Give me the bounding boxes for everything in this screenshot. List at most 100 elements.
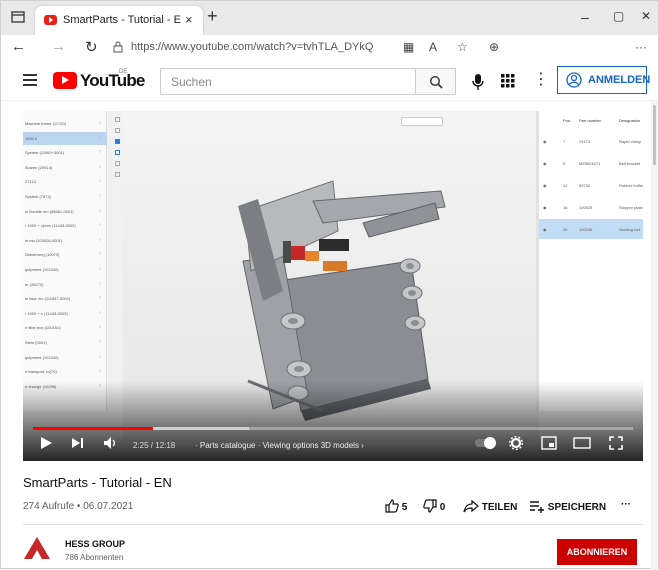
minimize-button[interactable]: –: [581, 9, 589, 25]
tab-bar: SmartParts - Tutorial - EN - YouT × + – …: [1, 1, 658, 35]
thumbs-up-icon: [385, 499, 399, 513]
playlist-add-icon: [530, 501, 544, 513]
theater-mode-icon[interactable]: [573, 436, 591, 450]
save-button[interactable]: SPEICHERN: [529, 499, 606, 513]
country-code: DE: [119, 69, 128, 75]
volume-icon[interactable]: [103, 436, 119, 450]
youtube-logo-text[interactable]: YouTube: [80, 71, 145, 91]
parts-list-row[interactable]: ◉ 26 100046 Guiding rod: [539, 219, 643, 239]
dislike-button[interactable]: 0: [423, 499, 445, 513]
like-count: 5: [401, 502, 408, 513]
parts-tree-item-label: ie Double mo (88681-0001): [25, 208, 74, 214]
signin-button[interactable]: ANMELDEN: [557, 66, 650, 94]
column-part-number: Part number: [579, 118, 602, 123]
collections-icon[interactable]: ⊕: [489, 40, 499, 54]
parts-tree-item[interactable]: quipment (102240) ›: [23, 263, 107, 276]
chevron-right-icon: ›: [99, 295, 101, 302]
column-pos: Pos.: [563, 118, 572, 123]
parts-list-row[interactable]: ◉ 12 69732 Rubber buffer: [539, 175, 643, 195]
more-actions-icon[interactable]: ···: [621, 499, 631, 510]
parts-tree-item[interactable]: Machine frame (11720) ›: [23, 117, 107, 130]
parts-tree-item[interactable]: e filter box (100151) ›: [23, 321, 107, 334]
chevron-right-icon: ›: [99, 222, 101, 229]
parts-tree-item[interactable]: e transport, m(70) ›: [23, 365, 107, 378]
parts-tree-item-label: ie face mo (111847-0002): [25, 296, 71, 302]
chevron-right-icon: ›: [99, 207, 101, 214]
autoplay-toggle[interactable]: [475, 437, 496, 449]
youtube-logo-icon[interactable]: [53, 72, 77, 89]
parts-tree-item[interactable]: Bolzen (20914) ›: [23, 161, 107, 174]
parts-tree-item[interactable]: System (11500+3001) ›: [23, 146, 107, 159]
progress-played: [33, 427, 153, 430]
parts-tree-item[interactable]: 1000 k ›: [23, 131, 107, 145]
microphone-icon[interactable]: [471, 73, 485, 91]
parts-tree-item[interactable]: ie Double mo (88681-0001) ›: [23, 205, 107, 218]
parts-tree-item-label: r 1000 + c (11449-0003): [25, 310, 68, 316]
parts-tree-item[interactable]: er (26270) ›: [23, 278, 107, 291]
channel-name[interactable]: HESS GROUP: [65, 539, 125, 549]
parts-tree-item[interactable]: r 1000 + c (11449-0003) ›: [23, 307, 107, 320]
row-eye-icon[interactable]: ◉: [543, 161, 547, 166]
favorite-star-icon[interactable]: ☆: [457, 40, 468, 54]
page-scrollbar[interactable]: [651, 101, 658, 570]
reader-view-icon[interactable]: ▦: [403, 40, 414, 54]
chevron-right-icon: ›: [99, 149, 101, 156]
chevron-right-icon: ›: [99, 353, 101, 360]
video-meta: 274 Aufrufe • 06.07.2021: [23, 501, 134, 512]
viewer-side-toolbar: [115, 117, 123, 197]
parts-list-row[interactable]: ◉ 9 MZ5001071 Belt bracket: [539, 153, 643, 173]
subscribe-button[interactable]: ABONNIEREN: [557, 539, 637, 565]
settings-dots-icon[interactable]: ⋮: [533, 72, 549, 88]
back-arrow-icon[interactable]: ←: [11, 38, 26, 55]
parts-tree-item[interactable]: System (7874) ›: [23, 190, 107, 203]
progress-bar[interactable]: [33, 427, 633, 430]
section-divider: [23, 524, 643, 525]
address-bar[interactable]: https://www.youtube.com/watch?v=tvhTLA_D…: [113, 39, 393, 57]
parts-tree-item-label: e filter box (100151): [25, 325, 61, 331]
parts-list-row[interactable]: ◉ 16 100025 Stopper plate: [539, 197, 643, 217]
row-eye-icon[interactable]: ◉: [543, 183, 547, 188]
close-window-button[interactable]: ✕: [641, 9, 651, 23]
read-aloud-icon[interactable]: A: [429, 40, 437, 54]
row-eye-icon[interactable]: ◉: [543, 227, 547, 232]
maximize-button[interactable]: ▢: [613, 9, 624, 23]
forward-arrow-icon[interactable]: →: [51, 38, 66, 55]
row-eye-icon[interactable]: ◉: [543, 205, 547, 210]
tab-actions-icon[interactable]: [11, 11, 25, 23]
parts-tree-item[interactable]: 27113 ›: [23, 175, 107, 188]
chevron-right-icon: ›: [99, 178, 101, 185]
browser-window: SmartParts - Tutorial - EN - YouT × + – …: [0, 0, 659, 570]
like-button[interactable]: 5: [385, 499, 407, 513]
hamburger-menu-icon[interactable]: [23, 74, 37, 86]
scrollbar-thumb[interactable]: [653, 105, 656, 165]
fullscreen-icon[interactable]: [609, 436, 623, 450]
parts-tree-item[interactable]: Stein (0001) ›: [23, 336, 107, 349]
video-player[interactable]: Machine frame (11720) › 1000 k › System (115…: [23, 111, 643, 461]
channel-logo-icon[interactable]: [23, 536, 51, 560]
chapter-title[interactable]: · Parts catalogue · Viewing options 3D m…: [195, 441, 364, 450]
chevron-right-icon: ›: [99, 324, 101, 331]
tab-close-icon[interactable]: ×: [185, 12, 193, 27]
apps-grid-icon[interactable]: [501, 74, 515, 88]
parts-tree-item[interactable]: ie face mo (111847-0002) ›: [23, 292, 107, 305]
new-tab-button[interactable]: +: [207, 6, 218, 27]
search-button[interactable]: [416, 68, 456, 95]
settings-gear-icon[interactable]: [509, 436, 523, 450]
row-eye-icon[interactable]: ◉: [543, 139, 547, 144]
parts-list-row[interactable]: ◉ 7 74173 Rapid clamp: [539, 131, 643, 151]
browser-menu-icon[interactable]: ···: [635, 40, 647, 54]
browser-tab[interactable]: SmartParts - Tutorial - EN - YouT ×: [35, 6, 203, 35]
refresh-icon[interactable]: ↻: [85, 38, 98, 56]
next-video-icon[interactable]: [71, 436, 85, 450]
search-input[interactable]: Suchen: [160, 68, 416, 95]
parts-tree-item[interactable]: Gliederung (10073) ›: [23, 248, 107, 261]
miniplayer-icon[interactable]: [541, 436, 557, 450]
parts-tree-item[interactable]: ie mo (103028-0001) ›: [23, 234, 107, 247]
parts-list-cell: Rubber buffer: [619, 183, 643, 188]
parts-tree-item[interactable]: r 1000 + c(mm (11449-0002) ›: [23, 219, 107, 232]
subscriber-count: 786 Abonnenten: [65, 553, 124, 562]
parts-tree-item[interactable]: quipment (102240) ›: [23, 351, 107, 364]
play-icon[interactable]: [39, 436, 53, 450]
share-button[interactable]: TEILEN: [463, 499, 517, 513]
parts-list-cell: Guiding rod: [619, 227, 640, 232]
